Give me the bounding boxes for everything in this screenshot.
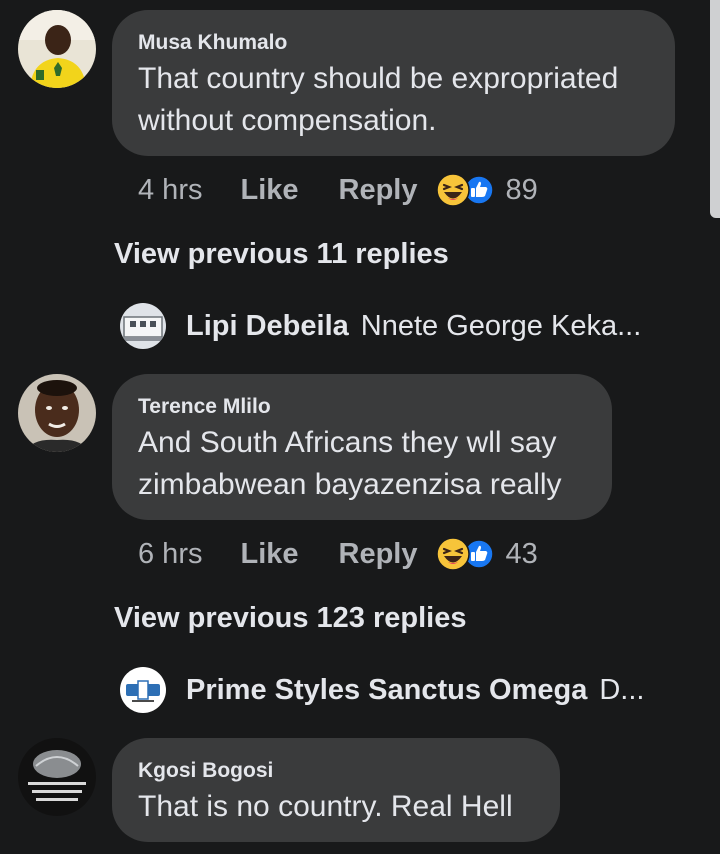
reply-author[interactable]: Lipi Debeila bbox=[186, 310, 349, 343]
comment-author[interactable]: Terence Mlilo bbox=[138, 396, 586, 418]
reply-button[interactable]: Reply bbox=[339, 538, 418, 571]
comment-author[interactable]: Musa Khumalo bbox=[138, 32, 649, 54]
comment-actions: 6 hrs Like Reply 43 bbox=[138, 534, 538, 574]
avatar-lipi-debeila[interactable] bbox=[120, 303, 166, 349]
reply-text: Nnete George Keka... bbox=[360, 309, 642, 342]
reaction-count[interactable]: 43 bbox=[506, 538, 538, 571]
view-previous-replies[interactable]: View previous 11 replies bbox=[114, 238, 449, 271]
comment-text: That country should be expropriated with… bbox=[138, 62, 619, 137]
reply-preview[interactable]: Lipi Debeila Nnete George Keka... bbox=[120, 302, 641, 350]
reaction-count[interactable]: 89 bbox=[506, 174, 538, 207]
avatar-musa-khumalo[interactable] bbox=[18, 10, 96, 88]
avatar-terence-mlilo[interactable] bbox=[18, 374, 96, 452]
reply-text: D... bbox=[599, 673, 645, 706]
haha-icon bbox=[435, 537, 470, 571]
like-button[interactable]: Like bbox=[240, 174, 298, 207]
reply-author[interactable]: Prime Styles Sanctus Omega bbox=[186, 674, 587, 707]
scrollbar[interactable] bbox=[710, 0, 720, 218]
comment-author[interactable]: Kgosi Bogosi bbox=[138, 760, 534, 782]
comment-text: And South Africans they wll say zimbabwe… bbox=[138, 426, 562, 501]
avatar-kgosi-bogosi[interactable] bbox=[18, 738, 96, 816]
comment-text: That is no country. Real Hell bbox=[138, 790, 513, 823]
comment-timestamp[interactable]: 4 hrs bbox=[138, 174, 202, 207]
reactions[interactable] bbox=[435, 537, 494, 571]
comment-bubble: Musa Khumalo That country should be expr… bbox=[112, 10, 675, 156]
reply-button[interactable]: Reply bbox=[339, 174, 418, 207]
like-button[interactable]: Like bbox=[240, 538, 298, 571]
view-previous-replies[interactable]: View previous 123 replies bbox=[114, 602, 467, 635]
comment-timestamp[interactable]: 6 hrs bbox=[138, 538, 202, 571]
reply-preview[interactable]: Prime Styles Sanctus Omega D... bbox=[120, 666, 644, 714]
avatar-prime-styles[interactable] bbox=[120, 667, 166, 713]
reactions[interactable] bbox=[435, 173, 494, 207]
comment-bubble: Kgosi Bogosi That is no country. Real He… bbox=[112, 738, 560, 842]
comment-bubble: Terence Mlilo And South Africans they wl… bbox=[112, 374, 612, 520]
comment-actions: 4 hrs Like Reply 89 bbox=[138, 170, 538, 210]
haha-icon bbox=[435, 173, 470, 207]
